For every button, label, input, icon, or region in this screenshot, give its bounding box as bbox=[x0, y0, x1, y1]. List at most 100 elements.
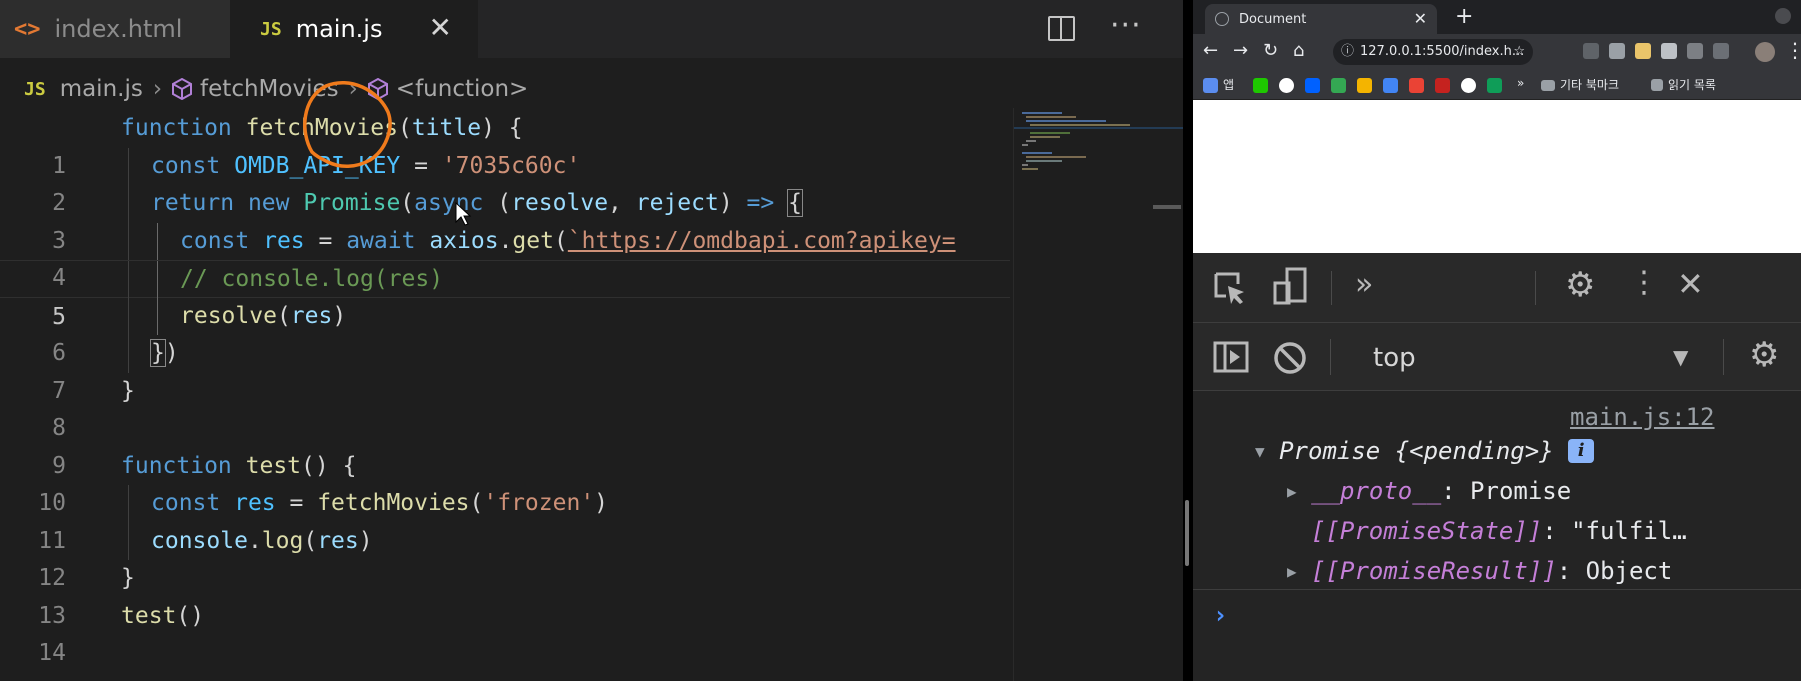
close-icon[interactable]: ✕ bbox=[1414, 9, 1427, 28]
more-actions-icon[interactable]: ··· bbox=[1110, 8, 1142, 43]
code-line[interactable]: 2 const OMDB_API_KEY = '7035c60c' bbox=[0, 147, 1010, 216]
bookmark-star-icon[interactable]: ☆ bbox=[1513, 39, 1525, 65]
code-line[interactable]: 3 return new Promise(async (resolve, rej… bbox=[0, 185, 1010, 254]
clear-console-icon[interactable] bbox=[1273, 341, 1307, 375]
close-icon[interactable]: ✕ bbox=[429, 13, 452, 43]
page-viewport[interactable] bbox=[1193, 100, 1801, 253]
window-splitter[interactable] bbox=[1183, 0, 1193, 681]
breadcrumb-symbol-function[interactable]: <function> bbox=[396, 76, 529, 102]
indent-guide bbox=[128, 522, 129, 560]
avatar[interactable] bbox=[1755, 42, 1775, 62]
device-toolbar-icon[interactable] bbox=[1273, 267, 1307, 305]
code-text: return new Promise(async (resolve, rejec… bbox=[151, 189, 803, 217]
other-bookmarks[interactable]: 기타 북마크 bbox=[1560, 76, 1619, 93]
reading-list-icon[interactable] bbox=[1687, 43, 1703, 59]
code-line[interactable]: 1 function fetchMovies(title) { bbox=[0, 110, 1010, 179]
tab-label: index.html bbox=[54, 15, 183, 43]
code-line[interactable]: 6 resolve(res) bbox=[0, 297, 1010, 366]
double-chevron-icon[interactable]: » bbox=[1517, 76, 1524, 90]
photos-icon[interactable] bbox=[1409, 78, 1424, 93]
info-icon[interactable]: ⓘ bbox=[1341, 44, 1354, 59]
double-chevron-icon[interactable]: » bbox=[1355, 267, 1373, 302]
naver-icon[interactable] bbox=[1253, 78, 1268, 93]
code-line[interactable]: 14 test() bbox=[0, 598, 1010, 667]
tab-index-html[interactable]: <> index.html bbox=[0, 0, 230, 58]
gmail-icon[interactable] bbox=[1435, 78, 1450, 93]
media-icon[interactable] bbox=[1713, 43, 1729, 59]
tab-main-js[interactable]: JS main.js ✕ bbox=[230, 0, 478, 58]
folder-icon bbox=[1541, 80, 1555, 91]
camera-extension-icon[interactable] bbox=[1609, 43, 1625, 59]
puzzle-extensions-icon[interactable] bbox=[1661, 43, 1677, 59]
dropbox-icon[interactable] bbox=[1305, 78, 1320, 93]
code-area[interactable]: 1 function fetchMovies(title) { 2 const … bbox=[0, 110, 1010, 667]
code-line[interactable]: 4 const res = await axios.get(`https://o… bbox=[0, 222, 1010, 291]
tab-search-icon[interactable] bbox=[1775, 8, 1791, 24]
console-log-entry[interactable]: ▼ Promise {<pending>} i bbox=[1255, 437, 1595, 465]
code-text: function test() { bbox=[121, 452, 357, 479]
gear-icon[interactable]: ⚙ bbox=[1565, 265, 1595, 305]
bookmark-apps[interactable]: 앱 bbox=[1223, 76, 1234, 93]
breadcrumb-file[interactable]: main.js bbox=[60, 76, 143, 102]
forward-arrow-icon[interactable]: → bbox=[1233, 40, 1248, 61]
pen-extension-icon[interactable] bbox=[1583, 43, 1599, 59]
google-icon[interactable] bbox=[1279, 78, 1294, 93]
js-file-icon: JS bbox=[24, 78, 46, 100]
code-line[interactable]: 7 }) bbox=[0, 335, 1010, 404]
breadcrumb-symbol-fetchmovies[interactable]: fetchMovies bbox=[200, 76, 339, 102]
info-icon[interactable]: i bbox=[1568, 439, 1595, 463]
menu-kebab-icon[interactable]: ⋮ bbox=[1785, 38, 1801, 62]
address-bar[interactable]: ⓘ 127.0.0.1:5500/index.h... ☆ bbox=[1333, 39, 1533, 65]
minimap[interactable] bbox=[1013, 108, 1183, 681]
reading-list[interactable]: 읽기 목록 bbox=[1668, 76, 1716, 93]
new-tab-button[interactable]: + bbox=[1455, 4, 1473, 29]
code-line[interactable]: 11 const res = fetchMovies('frozen') bbox=[0, 485, 1010, 554]
drag-handle-icon[interactable] bbox=[1185, 500, 1189, 566]
browser-toolbar: ← → ↻ ⌂ ⓘ 127.0.0.1:5500/index.h... ☆ ⋮ bbox=[1193, 34, 1801, 70]
code-line[interactable]: 10 function test() { bbox=[0, 448, 1010, 517]
inspect-element-icon[interactable] bbox=[1213, 271, 1247, 305]
console-output[interactable]: main.js:12 ▼ Promise {<pending>} i ▶ __p… bbox=[1193, 391, 1801, 681]
console-prompt[interactable]: › bbox=[1213, 601, 1227, 629]
divider bbox=[1331, 271, 1332, 305]
code-line[interactable]: 9 bbox=[0, 410, 1010, 479]
object-property-result[interactable]: ▶ [[PromiseResult]]: Object bbox=[1287, 557, 1672, 585]
close-icon[interactable]: ✕ bbox=[1677, 265, 1704, 303]
drive-icon[interactable] bbox=[1331, 78, 1346, 93]
split-editor-icon[interactable] bbox=[1048, 16, 1075, 41]
browser-window: Document ✕ + ← → ↻ ⌂ ⓘ 127.0.0.1:5500/ind… bbox=[1193, 0, 1801, 681]
calendar-icon[interactable] bbox=[1383, 78, 1398, 93]
google-icon[interactable] bbox=[1461, 78, 1476, 93]
browser-tab[interactable]: Document ✕ bbox=[1205, 4, 1437, 34]
indent-guide bbox=[128, 261, 129, 299]
code-line[interactable]: 8 } bbox=[0, 373, 1010, 442]
source-link[interactable]: main.js:12 bbox=[1570, 403, 1715, 431]
collapsed-triangle-icon[interactable]: ▶ bbox=[1287, 482, 1297, 501]
extension-badge-icon[interactable] bbox=[1635, 43, 1651, 59]
object-property-proto[interactable]: ▶ __proto__: Promise bbox=[1287, 477, 1571, 505]
back-arrow-icon[interactable]: ← bbox=[1203, 40, 1218, 61]
code-line-active[interactable]: 5 // console.log(res) bbox=[0, 260, 1010, 330]
reload-icon[interactable]: ↻ bbox=[1263, 40, 1278, 61]
expanded-triangle-icon[interactable]: ▼ bbox=[1255, 442, 1265, 461]
code-text: const OMDB_API_KEY = '7035c60c' bbox=[151, 152, 581, 179]
code-text: }) bbox=[150, 339, 179, 367]
console-toolbar: top ▼ ⚙ bbox=[1193, 323, 1801, 391]
devtools-main-toolbar: » ⚙ ⋮ ✕ bbox=[1193, 253, 1801, 323]
indent-guide bbox=[157, 222, 158, 260]
gear-icon[interactable]: ⚙ bbox=[1749, 335, 1779, 375]
code-line[interactable]: 12 console.log(res) bbox=[0, 522, 1010, 591]
collapsed-triangle-icon[interactable]: ▶ bbox=[1287, 562, 1297, 581]
apps-grid-icon[interactable] bbox=[1203, 78, 1218, 93]
home-icon[interactable]: ⌂ bbox=[1293, 40, 1304, 61]
code-editor[interactable]: <> index.html JS main.js ✕ ··· JS main.j… bbox=[0, 0, 1183, 681]
dropdown-triangle-icon[interactable]: ▼ bbox=[1673, 345, 1688, 369]
keep-icon[interactable] bbox=[1357, 78, 1372, 93]
menu-kebab-icon[interactable]: ⋮ bbox=[1629, 265, 1659, 300]
context-selector[interactable]: top bbox=[1373, 343, 1416, 373]
divider bbox=[1723, 339, 1724, 375]
sidebar-toggle-icon[interactable] bbox=[1213, 341, 1249, 373]
scrollbar-marker[interactable] bbox=[1153, 205, 1181, 209]
sheets-icon[interactable] bbox=[1487, 78, 1502, 93]
code-line[interactable]: 13 } bbox=[0, 560, 1010, 629]
